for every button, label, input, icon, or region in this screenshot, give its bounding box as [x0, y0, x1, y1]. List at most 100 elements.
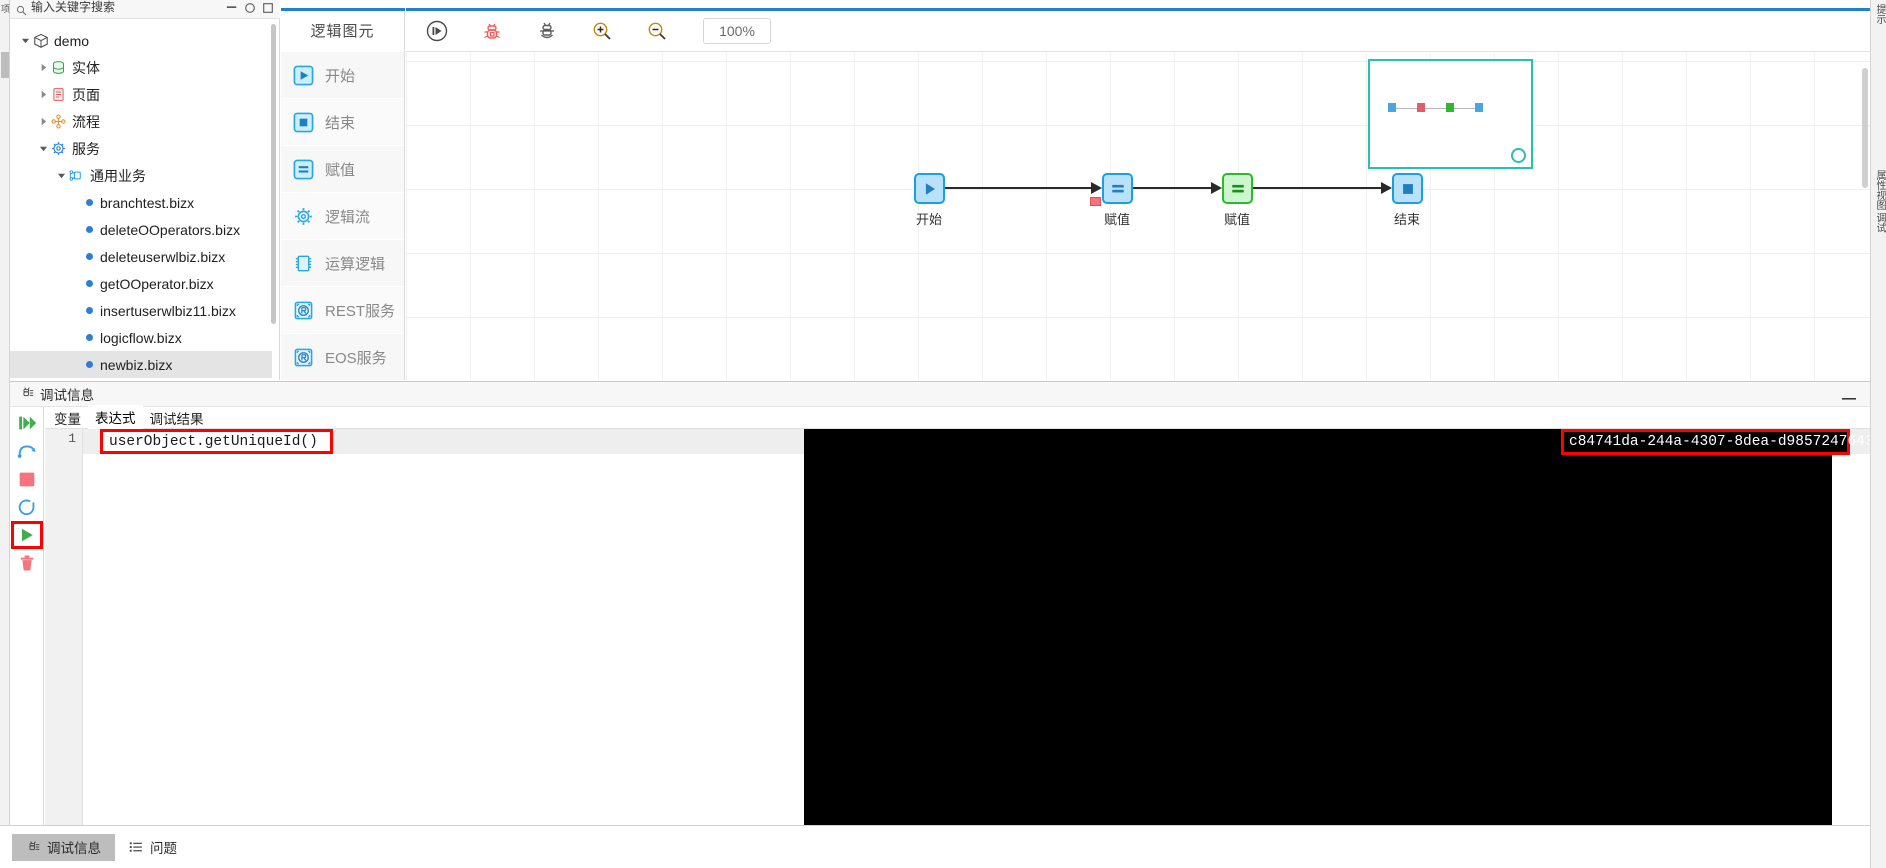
left-vertical-strip: 项 — [0, 0, 10, 868]
zoom-out-icon[interactable] — [642, 16, 672, 46]
minimap[interactable] — [1368, 59, 1533, 169]
palette-item-label: 逻辑流 — [325, 206, 370, 227]
dot-icon — [86, 307, 93, 314]
tree-node-item[interactable]: 实体 — [10, 54, 272, 81]
chevron-down-icon[interactable] — [18, 34, 32, 48]
statusbar-tab-1[interactable]: 问题 — [115, 834, 191, 861]
line-number-gutter: 1 — [45, 429, 83, 826]
flow-node-assign[interactable] — [1102, 173, 1133, 204]
run-icon[interactable] — [422, 16, 452, 46]
page-icon — [50, 86, 67, 103]
flow-node-assign[interactable] — [1222, 173, 1253, 204]
collapse-all-icon[interactable] — [226, 2, 238, 14]
statusbar-tab-label: 调试信息 — [47, 837, 101, 857]
flow-node-start[interactable] — [914, 173, 945, 204]
tree-node-item[interactable]: demo — [10, 27, 272, 54]
tree-item-label: 服务 — [72, 139, 100, 159]
dot-icon — [86, 253, 93, 260]
chevron-down-icon[interactable] — [36, 142, 50, 156]
zoom-in-icon[interactable] — [587, 16, 617, 46]
tree-item-label: newbiz.bizx — [100, 357, 172, 373]
palette-item-assign-node[interactable]: 赋值 — [281, 146, 404, 193]
editor-toolbar: 100% — [406, 11, 1870, 52]
tree-node-item[interactable]: 通用业务 — [10, 162, 272, 189]
tree-item-label: demo — [54, 33, 89, 49]
palette-item-eos-service[interactable]: EOS服务 — [281, 334, 404, 381]
restart-button[interactable] — [13, 495, 41, 519]
debug-gray-icon[interactable] — [532, 16, 562, 46]
palette-item-list: 开始结束赋值逻辑流运算逻辑 REST服务 EOS服务 — [281, 52, 404, 381]
tree-node-item[interactable]: 服务 — [10, 135, 272, 162]
flow-edge[interactable] — [1133, 187, 1212, 189]
run-expression-button[interactable] — [13, 523, 41, 547]
debug-red-icon[interactable] — [477, 16, 507, 46]
flow-canvas[interactable]: 开始赋值赋值结束 — [406, 53, 1870, 380]
tree-item-label: insertuserwlbiz11.bizx — [100, 303, 236, 319]
dot-icon — [86, 334, 93, 341]
statusbar-tab-0[interactable]: 调试信息 — [12, 834, 115, 861]
palette-item-rest-service[interactable]: REST服务 — [281, 287, 404, 334]
chevron-right-icon[interactable] — [36, 115, 50, 129]
palette-item-label: 结束 — [325, 112, 355, 133]
tree-item-label: deleteuserwlbiz.bizx — [100, 249, 225, 265]
debug-console[interactable]: c84741da-244a-4307-8dea-d98572476431 — [804, 429, 1832, 826]
debug-info-icon — [26, 840, 40, 854]
flow-node-breakpoint[interactable] — [1090, 197, 1101, 206]
view-menu-icon[interactable] — [244, 2, 256, 14]
resume-button[interactable] — [13, 411, 41, 435]
expression-input[interactable]: userObject.getUniqueId() — [100, 429, 333, 454]
diagram-editor: 100% 开始赋值赋值结束 — [406, 8, 1870, 380]
search-bar[interactable]: 输入关键字搜索 — [10, 0, 280, 19]
compute-node-icon — [293, 253, 314, 274]
maximize-icon[interactable] — [262, 2, 274, 14]
step-over-icon — [16, 440, 38, 462]
palette-item-start-node[interactable]: 开始 — [281, 52, 404, 99]
debug-tab-2[interactable]: 调试结果 — [143, 406, 211, 430]
expression-result-text: c84741da-244a-4307-8dea-d98572476431 — [1569, 434, 1882, 450]
debug-toolbar — [10, 407, 44, 826]
tree-file-item[interactable]: insertuserwlbiz11.bizx — [10, 297, 272, 324]
tree-file-item[interactable]: deleteOOperators.bizx — [10, 216, 272, 243]
chevron-down-icon[interactable] — [54, 169, 68, 183]
palette-item-label: REST服务 — [325, 300, 395, 321]
palette-item-compute-node[interactable]: 运算逻辑 — [281, 240, 404, 287]
right-vertical-strip: 提示 属性视图 调试 — [1870, 0, 1886, 868]
tree-file-item[interactable]: logicflow.bizx — [10, 324, 272, 351]
service-icon — [68, 167, 85, 184]
expression-text: userObject.getUniqueId() — [109, 434, 318, 450]
delete-icon — [17, 553, 37, 573]
tree-file-item[interactable]: deleteuserwlbiz.bizx — [10, 243, 272, 270]
entity-icon — [50, 59, 67, 76]
tree-node-item[interactable]: 流程 — [10, 108, 272, 135]
tree-file-item[interactable]: branchtest.bizx — [10, 189, 272, 216]
process-icon — [50, 113, 67, 130]
debug-tab-1[interactable]: 表达式 — [88, 405, 143, 431]
flow-node-label: 开始 — [894, 209, 964, 228]
minimap-node — [1388, 103, 1396, 112]
minimize-icon[interactable] — [1842, 390, 1856, 400]
tree-spacer — [72, 277, 86, 291]
tree-node-item[interactable]: 页面 — [10, 81, 272, 108]
flow-edge[interactable] — [945, 187, 1092, 189]
delete-button[interactable] — [13, 551, 41, 575]
minimap-node — [1475, 103, 1483, 112]
start-node-icon — [293, 65, 314, 86]
tree-file-item[interactable]: getOOperator.bizx — [10, 270, 272, 297]
zoom-level-input[interactable]: 100% — [703, 18, 771, 44]
flow-node-end[interactable] — [1392, 173, 1423, 204]
step-over-button[interactable] — [13, 439, 41, 463]
stop-button[interactable] — [13, 467, 41, 491]
tree-item-label: 页面 — [72, 85, 100, 105]
palette-item-end-node[interactable]: 结束 — [281, 99, 404, 146]
chevron-right-icon[interactable] — [36, 61, 50, 75]
tree-file-item[interactable]: newbiz.bizx — [10, 351, 272, 378]
search-input[interactable]: 输入关键字搜索 — [31, 0, 115, 15]
flow-edge[interactable] — [1253, 187, 1382, 189]
debug-tab-0[interactable]: 变量 — [47, 406, 88, 430]
palette-item-logicflow-node[interactable]: 逻辑流 — [281, 193, 404, 240]
explorer-scrollbar[interactable] — [271, 24, 276, 324]
minimap-resize-handle[interactable] — [1511, 148, 1526, 163]
restart-icon — [16, 496, 38, 518]
canvas-scrollbar[interactable] — [1862, 68, 1868, 188]
chevron-right-icon[interactable] — [36, 88, 50, 102]
